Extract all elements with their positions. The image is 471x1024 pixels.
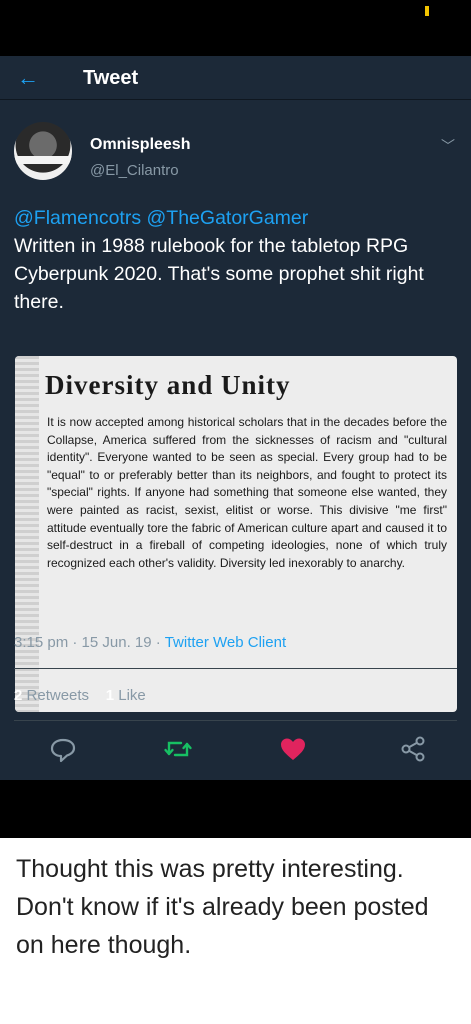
image-heading-text: Diversity and Unity bbox=[45, 370, 291, 400]
battery-icon bbox=[425, 6, 429, 16]
mention-link[interactable]: @Flamencotrs bbox=[14, 207, 141, 229]
share-button[interactable] bbox=[396, 732, 430, 766]
tweet-body: Written in 1988 rulebook for the tableto… bbox=[14, 235, 424, 313]
tweet-image[interactable]: Diversity and Unity It is now accepted a… bbox=[15, 356, 457, 712]
divider bbox=[14, 720, 457, 721]
avatar[interactable] bbox=[14, 122, 72, 180]
retweet-icon bbox=[164, 741, 192, 757]
avatar-band bbox=[14, 156, 72, 164]
like-count-link[interactable]: 1 Like bbox=[106, 687, 146, 704]
share-icon bbox=[401, 736, 425, 762]
mention-link[interactable]: @TheGatorGamer bbox=[147, 207, 309, 229]
post-caption: Thought this was pretty interesting. Don… bbox=[16, 855, 429, 959]
meta-separator: · bbox=[72, 634, 78, 651]
screenshot-frame: ← Tweet Omnispleesh @El_Cilantro ﹀ @Flam… bbox=[0, 0, 471, 838]
retweet-label: Retweets bbox=[26, 687, 90, 704]
chevron-down-icon[interactable]: ﹀ bbox=[441, 136, 455, 156]
user-handle[interactable]: @El_Cilantro bbox=[90, 162, 179, 179]
reply-icon bbox=[50, 738, 76, 763]
image-body-text: It is now accepted among historical scho… bbox=[47, 415, 447, 570]
retweet-count: 2 bbox=[14, 687, 23, 704]
display-name[interactable]: Omnispleesh bbox=[90, 136, 190, 154]
like-count: 1 bbox=[105, 687, 115, 704]
back-arrow-icon[interactable]: ← bbox=[14, 64, 42, 92]
heart-icon bbox=[281, 738, 305, 760]
image-heading: Diversity and Unity bbox=[45, 370, 291, 401]
status-bar bbox=[0, 0, 471, 56]
tweet-time: 3:15 pm bbox=[14, 634, 69, 651]
tweet-date: 15 Jun. 19 bbox=[81, 634, 152, 651]
retweet-button[interactable] bbox=[161, 732, 195, 766]
reply-button[interactable] bbox=[46, 732, 80, 766]
engagement-counts: 2 Retweets 1 Like bbox=[14, 687, 146, 704]
page-edge-decoration bbox=[15, 356, 39, 712]
tweet-text: @Flamencotrs @TheGatorGamer Written in 1… bbox=[14, 204, 454, 316]
app-bar: ← Tweet bbox=[0, 56, 471, 100]
client-link[interactable]: Twitter Web Client bbox=[165, 634, 286, 651]
tweet-meta: 3:15 pm · 15 Jun. 19 · Twitter Web Clien… bbox=[14, 634, 286, 651]
page-title: Tweet bbox=[83, 67, 139, 89]
like-button[interactable] bbox=[276, 732, 310, 766]
retweet-count-link[interactable]: 2 Retweets bbox=[14, 687, 89, 704]
meta-separator: · bbox=[155, 634, 161, 651]
tweet-card: Omnispleesh @El_Cilantro ﹀ @Flamencotrs … bbox=[0, 100, 471, 780]
divider bbox=[14, 668, 457, 669]
like-label: Like bbox=[118, 687, 146, 704]
